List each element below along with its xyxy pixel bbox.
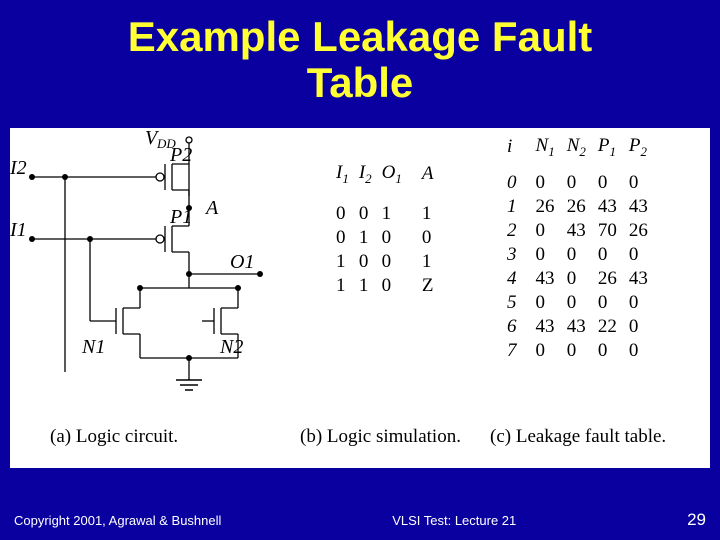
leak-row: 70000 [502, 340, 653, 362]
caption-c: (c) Leakage fault table. [490, 426, 666, 448]
o1-label: O1 [230, 251, 254, 273]
logic-circuit-diagram: V DD I2 P2 A [10, 128, 330, 428]
a-label: A [204, 197, 219, 219]
leak-row: 30000 [502, 244, 653, 266]
leak-row: 00000 [502, 172, 653, 194]
lecture-text: VLSI Test: Lecture 21 [392, 513, 516, 528]
content-panel: V DD I2 P2 A [10, 128, 710, 468]
leakage-fault-table: i N1 N2 P1 P2 00000 126264343 20437026 3… [500, 133, 655, 364]
leak-row: 50000 [502, 292, 653, 314]
leak-row: 44302643 [502, 268, 653, 290]
copyright-text: Copyright 2001, Agrawal & Bushnell [14, 513, 221, 528]
leak-row: 20437026 [502, 220, 653, 242]
sim-row: 1001 [332, 251, 438, 273]
sim-row: 0011 [332, 203, 438, 225]
p1-label: P1 [169, 206, 192, 228]
leak-row: 64343220 [502, 316, 653, 338]
caption-b: (b) Logic simulation. [300, 426, 461, 448]
logic-sim-table: I1 I2 O1 A 0011 0100 1001 110Z [330, 160, 440, 299]
caption-a: (a) Logic circuit. [50, 426, 178, 448]
slide-footer: Copyright 2001, Agrawal & Bushnell VLSI … [0, 510, 720, 530]
sim-header: I1 I2 O1 A [332, 162, 438, 201]
title-line-2: Table [307, 59, 414, 106]
i2-label: I2 [10, 157, 27, 179]
sim-row: 110Z [332, 275, 438, 297]
n1-label: N1 [81, 336, 105, 358]
leak-header: i N1 N2 P1 P2 [502, 135, 653, 170]
leak-row: 126264343 [502, 196, 653, 218]
n2-label: N2 [219, 336, 243, 358]
slide: Example Leakage Fault Table V DD I2 P2 [0, 0, 720, 540]
title-line-1: Example Leakage Fault [128, 13, 593, 60]
slide-title: Example Leakage Fault Table [0, 0, 720, 106]
sim-row: 0100 [332, 227, 438, 249]
i1-label: I1 [10, 219, 27, 241]
p2-label: P2 [169, 144, 192, 166]
page-number: 29 [687, 510, 706, 530]
